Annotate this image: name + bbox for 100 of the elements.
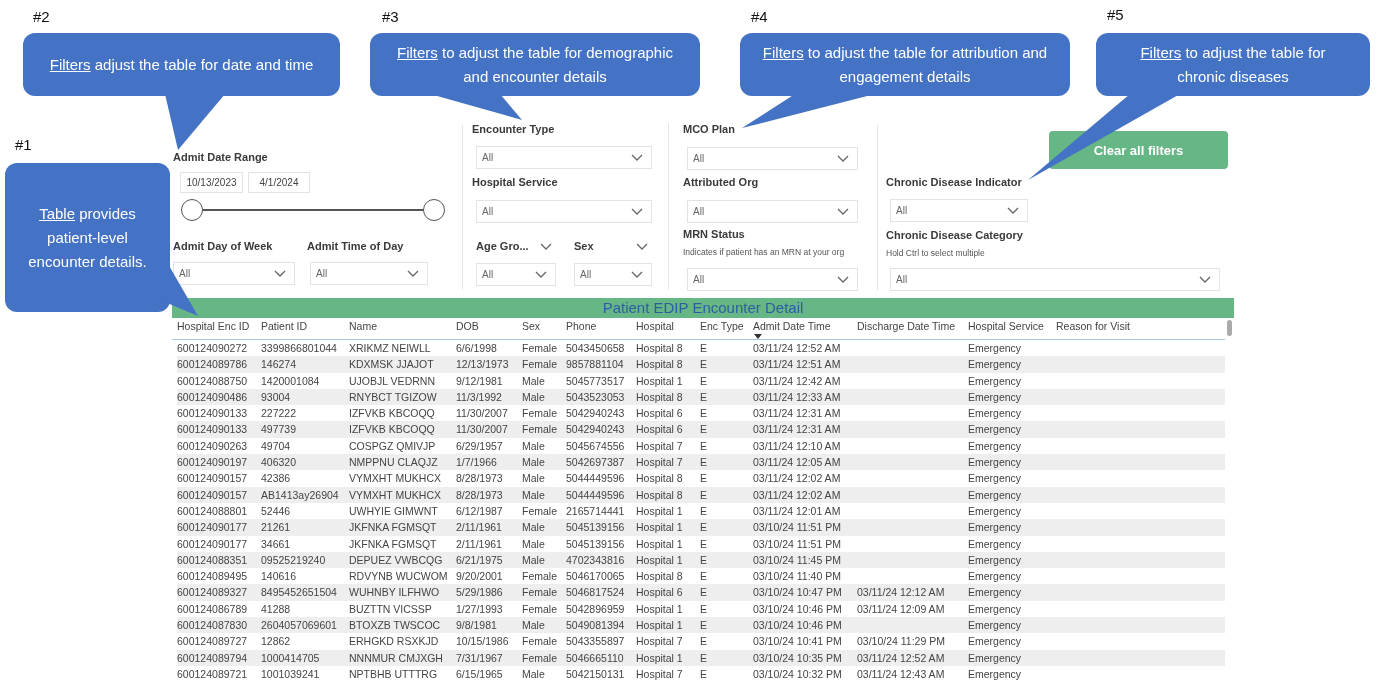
dropdown[interactable]: All (687, 147, 858, 170)
table-cell: 5045773517 (566, 374, 625, 387)
table-cell: 600124088750 (177, 374, 248, 387)
column-header[interactable]: Reason for Visit (1056, 320, 1130, 332)
table-cell: E (700, 635, 707, 648)
filter-label: Admit Time of Day (307, 240, 404, 252)
filter-label: Attributed Org (683, 176, 759, 188)
table-cell: 1420001084 (261, 374, 320, 387)
table-cell: 600124090157 (177, 488, 248, 501)
chevron-down-icon (1007, 207, 1019, 214)
table-cell: 03/10/24 11:29 PM (857, 635, 945, 648)
table-cell: UJOBJL VEDRNN (349, 374, 435, 387)
filter-label: Sex (574, 240, 594, 252)
table-cell: 03/10/24 11:40 PM (753, 570, 841, 583)
table-cell: Hospital 7 (636, 456, 683, 469)
chevron-down-icon (631, 271, 643, 278)
table-cell: 03/11/24 12:52 AM (857, 651, 945, 664)
table-cell: Female (522, 586, 557, 599)
table-cell: 8/28/1973 (456, 472, 503, 485)
table-cell: Hospital 6 (636, 407, 683, 420)
chevron-down-icon (1199, 276, 1211, 283)
table-cell: 6/6/1998 (456, 342, 497, 354)
dropdown[interactable]: All (687, 268, 858, 291)
column-header[interactable]: Patient ID (261, 320, 308, 332)
filter-label: Admit Day of Week (173, 240, 273, 252)
scrollbar-thumb[interactable] (1227, 320, 1232, 336)
table-cell: VYMXHT MUKHCX (349, 472, 441, 485)
table-cell: 5049081394 (566, 619, 625, 632)
table-cell: 5042697387 (566, 456, 625, 469)
table-cell: COSPGZ QMIVJP (349, 439, 436, 452)
table-cell: E (700, 602, 707, 615)
table-cell: 12/13/1973 (456, 358, 509, 371)
table-cell: Hospital 6 (636, 423, 683, 436)
dropdown[interactable]: All (476, 263, 556, 286)
table-cell: 600124090263 (177, 439, 248, 452)
chevron-down-icon (837, 276, 849, 283)
table-cell: Hospital 7 (636, 667, 683, 680)
column-header[interactable]: Phone (566, 320, 597, 332)
table-cell: E (700, 423, 707, 436)
chevron-down-icon[interactable] (636, 242, 648, 250)
slider-thumb[interactable] (181, 199, 203, 221)
table-cell: NMPPNU CLAQJZ (349, 456, 438, 469)
table-cell: AB1413ay26904 (261, 488, 339, 501)
table-cell: Male (522, 537, 545, 550)
table-cell: JKFNKA FGMSQT (349, 521, 437, 534)
table-cell: Emergency (968, 570, 1022, 583)
dropdown[interactable]: All (476, 200, 652, 223)
column-header[interactable]: Enc Type (700, 320, 744, 332)
slider-thumb[interactable] (423, 199, 445, 221)
chevron-down-icon[interactable] (540, 242, 552, 250)
column-header[interactable]: Name (349, 320, 377, 332)
callout-text: Filters adjust the table for date and time (49, 54, 314, 75)
dropdown[interactable]: All (687, 200, 858, 223)
dropdown[interactable]: All (890, 268, 1220, 291)
table-cell: IZFVKB KBCOQQ (349, 423, 435, 436)
table-cell: Emergency (968, 602, 1022, 615)
table-cell: E (700, 439, 707, 452)
column-header[interactable]: Hospital Service (968, 320, 1044, 332)
table-title: Patient EDIP Encounter Detail (172, 298, 1234, 318)
table-cell: UWHYIE GIMWNT (349, 504, 438, 517)
table-cell: IZFVKB KBCOQQ (349, 407, 435, 420)
date-field[interactable]: 10/13/2023 (180, 172, 243, 193)
table-cell: E (700, 537, 707, 550)
table-cell: Male (522, 456, 545, 469)
dropdown[interactable]: All (310, 262, 428, 285)
column-header[interactable]: Hospital (636, 320, 674, 332)
table-cell: 03/11/24 12:10 AM (753, 439, 841, 452)
table-cell: Hospital 1 (636, 619, 683, 632)
dropdown[interactable]: All (574, 263, 652, 286)
column-header[interactable]: Hospital Enc ID (177, 320, 250, 332)
table-cell: E (700, 619, 707, 632)
table-cell: Hospital 8 (636, 390, 683, 403)
dropdown[interactable]: All (173, 262, 295, 285)
table-cell: Emergency (968, 456, 1022, 469)
table-cell: 600124090486 (177, 390, 248, 403)
range-slider[interactable] (181, 199, 445, 221)
dropdown[interactable]: All (476, 146, 652, 169)
table-cell: 1001039241 (261, 667, 320, 680)
table-cell: E (700, 342, 707, 354)
table-cell: BUZTTN VICSSP (349, 602, 432, 615)
table-cell: DEPUEZ VWBCQG (349, 553, 443, 566)
column-header[interactable]: Sex (522, 320, 541, 332)
table-cell: 6/21/1975 (456, 553, 503, 566)
table-cell: 6/15/1965 (456, 667, 503, 680)
table-cell: E (700, 586, 707, 599)
step-number: #1 (15, 136, 32, 153)
column-header[interactable]: Discharge Date Time (857, 320, 956, 332)
date-field[interactable]: 4/1/2024 (248, 172, 310, 193)
table-cell: Emergency (968, 439, 1022, 452)
dropdown[interactable]: All (890, 199, 1028, 222)
table-cell: 03/11/24 12:31 AM (753, 407, 841, 420)
column-header[interactable]: DOB (456, 320, 479, 332)
table-cell: 03/11/24 12:33 AM (753, 390, 841, 403)
table-cell: 03/10/24 10:35 PM (753, 651, 842, 664)
chevron-down-icon (631, 154, 643, 161)
table-cell: Female (522, 407, 557, 420)
column-header[interactable]: Admit Date Time (753, 320, 831, 332)
table-cell: 600124089495 (177, 570, 248, 583)
table-cell: 497739 (261, 423, 297, 436)
table-cell: Male (522, 619, 545, 632)
